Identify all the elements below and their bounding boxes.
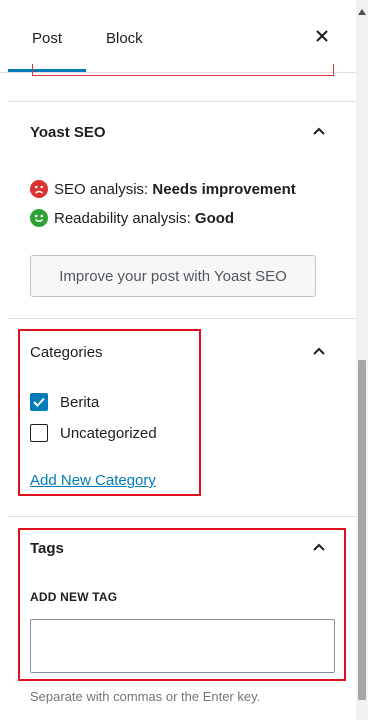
checkbox-checked[interactable]	[30, 393, 48, 411]
category-label: Uncategorized	[60, 424, 157, 442]
sad-face-icon	[30, 180, 48, 198]
seo-analysis-value: Needs improvement	[152, 180, 296, 198]
readability-analysis-value: Good	[194, 209, 235, 227]
scroll-up-arrow-icon[interactable]	[356, 6, 368, 18]
add-new-tag-input[interactable]	[30, 619, 335, 673]
chevron-up-icon[interactable]	[312, 126, 326, 136]
scrollbar-thumb[interactable]	[358, 360, 366, 700]
add-new-category-link[interactable]: Add New Category	[30, 472, 156, 489]
settings-sidebar: Post Block Yoast SEO SEO analysis: Needs…	[0, 0, 356, 720]
category-item-berita[interactable]: Berita	[30, 393, 99, 411]
tab-block[interactable]: Block	[106, 30, 143, 47]
tags-panel-title: Tags	[30, 540, 64, 557]
categories-panel-title: Categories	[30, 344, 103, 361]
add-new-tag-label: ADD NEW TAG	[30, 590, 118, 604]
checkbox-unchecked[interactable]	[30, 424, 48, 442]
yoast-panel-title: Yoast SEO	[30, 124, 106, 141]
seo-analysis-label: SEO analysis:	[54, 180, 149, 198]
readability-analysis-label: Readability analysis:	[54, 209, 191, 227]
vertical-scrollbar[interactable]	[356, 0, 368, 720]
close-icon[interactable]	[314, 28, 330, 44]
chevron-up-icon[interactable]	[312, 542, 326, 552]
tags-help-text: Separate with commas or the Enter key.	[30, 689, 261, 704]
seo-analysis-status: SEO analysis: Needs improvement	[30, 180, 296, 198]
tab-post[interactable]: Post	[32, 30, 62, 47]
happy-face-icon	[30, 209, 48, 227]
divider	[8, 101, 356, 102]
chevron-up-icon[interactable]	[312, 346, 326, 356]
readability-analysis-status: Readability analysis: Good	[30, 209, 234, 227]
category-label: Berita	[60, 393, 100, 411]
sidebar-tabs: Post Block	[0, 0, 356, 73]
improve-with-yoast-button[interactable]: Improve your post with Yoast SEO	[30, 255, 316, 297]
divider	[8, 516, 356, 517]
divider	[8, 318, 356, 319]
highlight-box-partial	[32, 64, 334, 76]
category-item-uncategorized[interactable]: Uncategorized	[30, 424, 157, 442]
